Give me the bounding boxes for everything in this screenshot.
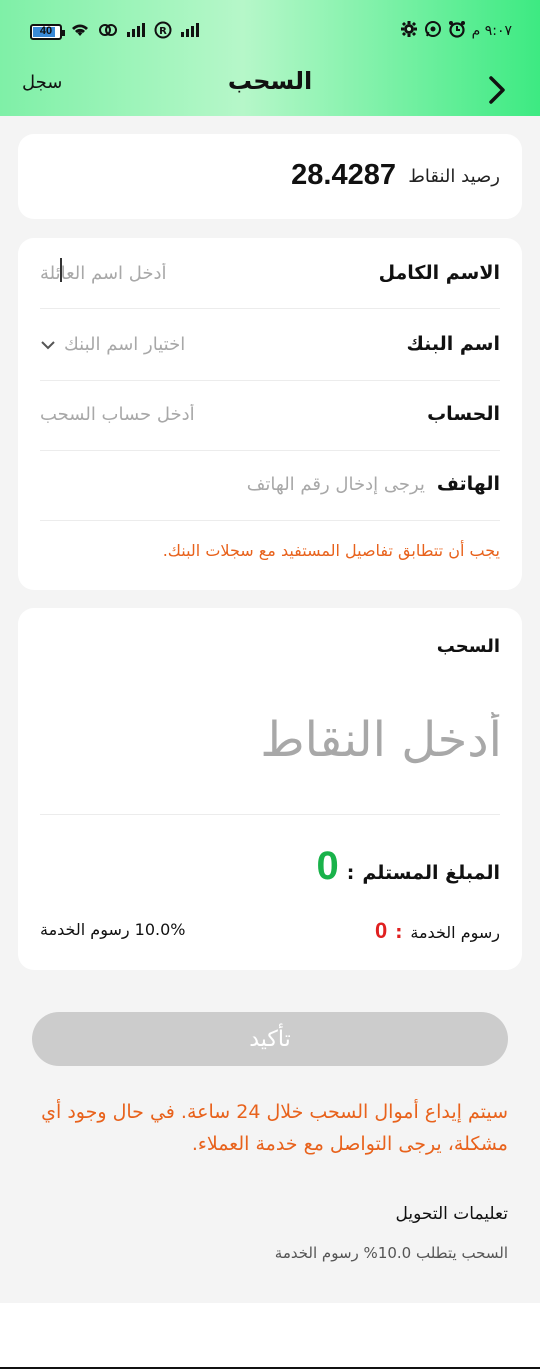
balance-label: رصيد النقاط [408, 166, 500, 187]
signal-icon [180, 23, 200, 41]
divider [40, 520, 500, 521]
bottom-area [0, 1303, 540, 1369]
points-input[interactable] [40, 700, 502, 780]
settings-icon [400, 20, 418, 42]
history-link[interactable]: سجل [22, 72, 62, 93]
withdraw-title: السحب [436, 636, 500, 657]
balance-card: رصيد النقاط 28.4287 [18, 134, 522, 219]
withdraw-card: السحب المبلغ المستلم : 0 رسوم الخدمة : 0… [18, 608, 522, 970]
bank-select[interactable]: اختيار اسم البنك [40, 334, 406, 355]
link-icon [98, 22, 118, 42]
full-name-label: الاسم الكامل [378, 262, 500, 284]
fee-label: رسوم الخدمة [410, 923, 500, 942]
whatsapp-icon [424, 20, 442, 42]
battery-level: 40 [39, 25, 53, 37]
instructions-title: تعليمات التحويل [395, 1204, 508, 1224]
received-amount: المبلغ المستلم : 0 [317, 844, 500, 889]
fee-value: 0 [374, 918, 388, 943]
confirm-button[interactable]: تأكيد [32, 1012, 508, 1066]
phone-input[interactable] [40, 473, 425, 495]
divider [40, 814, 500, 815]
nav-bar: السحب سجل [0, 60, 540, 116]
fee-rate: 10.0% رسوم الخدمة [40, 920, 186, 939]
text-cursor [60, 258, 62, 282]
status-left: 40 R [30, 21, 200, 43]
phone-row: الهاتف [40, 449, 500, 519]
received-label: المبلغ المستلم [362, 862, 500, 884]
signal-icon [126, 23, 146, 41]
account-row: الحساب [40, 379, 500, 449]
chevron-down-icon [40, 335, 56, 354]
status-bar: 40 R ٩:٠٧ م [0, 0, 540, 60]
wifi-icon [70, 22, 90, 42]
beneficiary-warning: يجب أن تتطابق تفاصيل المستفيد مع سجلات ا… [162, 541, 500, 560]
registered-icon: R [154, 21, 172, 43]
page-title: السحب [227, 67, 313, 95]
service-fee: رسوم الخدمة : 0 [375, 918, 500, 944]
phone-label: الهاتف [436, 473, 500, 495]
balance-value: 28.4287 [291, 159, 396, 191]
full-name-row: الاسم الكامل [40, 238, 500, 308]
beneficiary-form: الاسم الكامل اسم البنك اختيار اسم البنك … [18, 238, 522, 590]
received-value: 0 [316, 844, 339, 888]
bank-name-label: اسم البنك [406, 333, 500, 355]
deposit-notice: سيتم إيداع أموال السحب خلال 24 ساعة. في … [41, 1101, 508, 1155]
account-label: الحساب [427, 403, 500, 425]
received-colon: : [346, 862, 355, 884]
battery-icon: 40 [30, 24, 65, 40]
alarm-icon [448, 20, 466, 42]
bank-select-placeholder: اختيار اسم البنك [64, 333, 186, 355]
status-right: ٩:٠٧ م [400, 20, 512, 42]
status-time: ٩:٠٧ م [471, 23, 512, 39]
bank-name-row: اسم البنك اختيار اسم البنك [40, 309, 500, 379]
instructions-body: السحب يتطلب 10.0% رسوم الخدمة [274, 1244, 508, 1262]
fee-colon: : [395, 922, 403, 943]
svg-text:R: R [159, 26, 167, 37]
account-input[interactable] [40, 403, 428, 425]
full-name-input[interactable] [40, 262, 379, 284]
